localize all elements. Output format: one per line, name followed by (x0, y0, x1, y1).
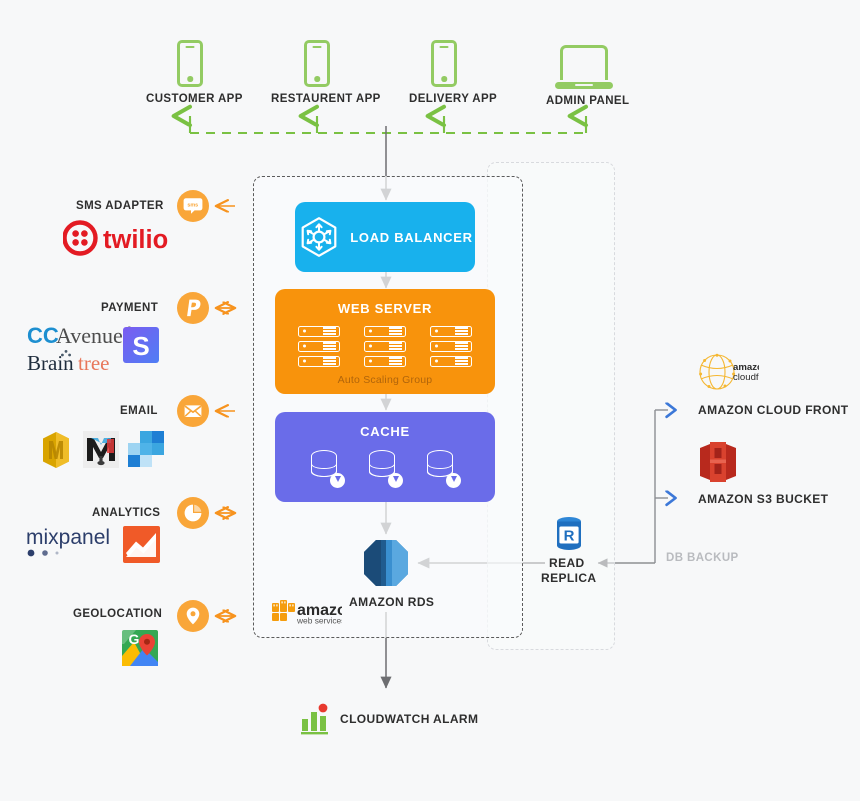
svg-text:Avenue: Avenue (56, 323, 123, 348)
amazon-s3-label: AMAZON S3 BUCKET (698, 492, 829, 506)
database-download-icon (309, 448, 345, 488)
integration-label-sms: SMS ADAPTER (76, 200, 164, 212)
pie-chart-icon[interactable] (177, 497, 209, 529)
client-label-restaurant: RESTAURENT APP (271, 93, 381, 105)
svg-text:web services: web services (296, 616, 342, 626)
laptop-icon (555, 45, 613, 89)
sms-bubble-icon[interactable]: sms (177, 190, 209, 222)
amazon-cloudfront-label: AMAZON CLOUD FRONT (698, 403, 849, 417)
client-label-delivery: DELIVERY APP (409, 93, 498, 105)
smartphone-icon (431, 40, 457, 87)
svg-text:sms: sms (187, 202, 198, 208)
read-replica-node[interactable]: R (551, 515, 587, 555)
envelope-icon[interactable] (177, 395, 209, 427)
database-download-icon (367, 448, 403, 488)
svg-text:Brain: Brain (27, 351, 74, 374)
provider-logo-stripe: S (123, 327, 159, 368)
read-replica-label-line1: READ (549, 556, 585, 570)
load-balancer-title: LOAD BALANCER (350, 229, 473, 245)
provider-logo-mixpanel: mixpanel (26, 525, 124, 564)
cloudwatch-alarm-icon (301, 703, 328, 735)
read-replica-label-line2: REPLICA (541, 571, 597, 585)
server-rack-icon (430, 326, 472, 368)
paypal-icon[interactable] (177, 292, 209, 324)
cloudwatch-alarm-node[interactable]: CLOUDWATCH ALARM (300, 697, 480, 741)
provider-logo-google-analytics (123, 526, 160, 568)
db-backup-label: DB BACKUP (666, 552, 739, 564)
client-feedback-bus (190, 116, 586, 135)
integration-label-analytics: ANALYTICS (92, 507, 161, 519)
auto-scaling-group-label: Auto Scaling Group (337, 374, 433, 386)
server-rack-icon (298, 326, 340, 368)
web-server-box[interactable]: WEB SERVER Auto Scaling Group (275, 289, 495, 394)
provider-logo-mandrill (83, 431, 119, 473)
provider-logo-braintree: Brain tree (27, 348, 129, 379)
svg-text:R: R (564, 528, 575, 545)
cache-title: CACHE (360, 424, 410, 439)
load-balancer-box[interactable]: LOAD BALANCER (295, 202, 475, 272)
smartphone-icon (177, 40, 203, 87)
integration-label-email: EMAIL (120, 405, 158, 417)
client-label-admin: ADMIN PANEL (546, 95, 630, 107)
map-pin-icon[interactable] (177, 600, 209, 632)
provider-logo-mailchimp (127, 430, 165, 473)
provider-logo-twilio: twilio (62, 220, 185, 261)
svg-text:CC: CC (27, 323, 59, 348)
database-download-icon (425, 448, 461, 488)
web-server-title: WEB SERVER (337, 301, 433, 316)
svg-text:G: G (129, 631, 140, 647)
server-rack-icon (364, 326, 406, 368)
amazon-s3-icon (697, 440, 739, 489)
load-balancer-hexagon-icon (301, 217, 337, 257)
svg-text:twilio: twilio (103, 226, 168, 254)
integration-arrows (216, 206, 235, 616)
integration-label-geolocation: GEOLOCATION (73, 608, 163, 620)
svg-text:tree: tree (78, 351, 109, 374)
provider-logo-amazon-ses (38, 430, 74, 475)
amazon-rds-node[interactable] (362, 538, 410, 588)
integration-label-payment: PAYMENT (101, 302, 159, 314)
read-replica-icon: R (557, 517, 581, 550)
aws-logo: amazon web services (270, 594, 357, 631)
smartphone-icon (304, 40, 330, 87)
cache-box[interactable]: CACHE (275, 412, 495, 502)
svg-text:cloudfront: cloudfront (733, 372, 759, 383)
provider-logo-google-maps: G (120, 628, 160, 673)
amazon-cloudfront-icon: amazon cloudfront (697, 352, 775, 401)
client-label-customer: CUSTOMER APP (146, 93, 243, 105)
architecture-diagram: CUSTOMER APP RESTAURENT APP DELIVERY APP… (0, 0, 860, 801)
svg-text:mixpanel: mixpanel (26, 526, 110, 549)
amazon-rds-label: AMAZON RDS (349, 595, 435, 609)
cloudwatch-alarm-label: CLOUDWATCH ALARM (340, 712, 479, 726)
svg-text:S: S (132, 331, 149, 361)
amazon-rds-icon (364, 540, 408, 586)
